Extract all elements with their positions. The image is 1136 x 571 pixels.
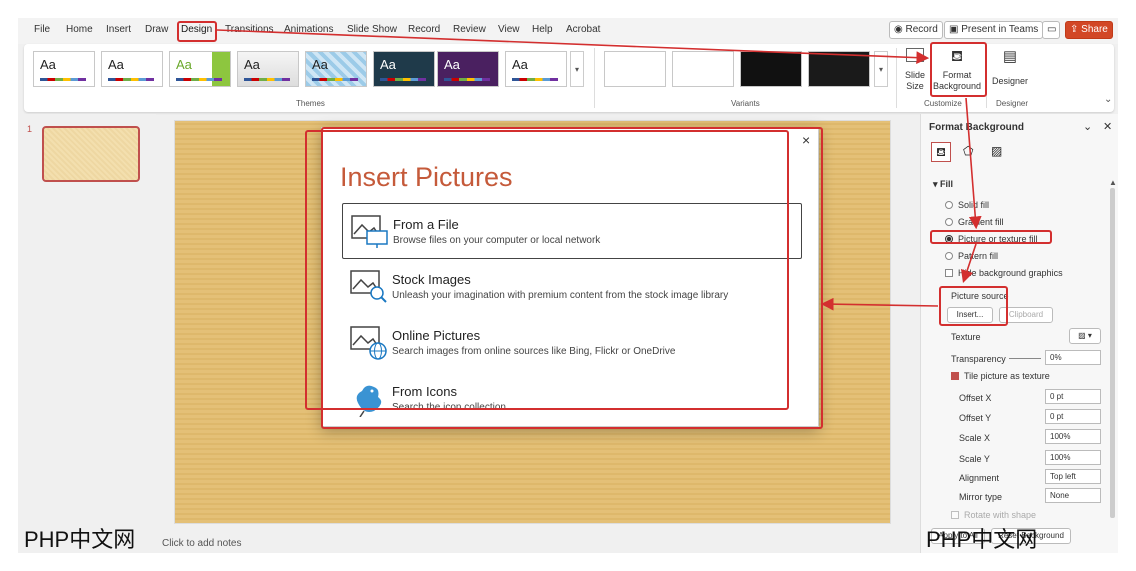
watermark-left: PHP中文网	[24, 527, 136, 552]
pane-options-chevron-icon[interactable]: ⌄	[1083, 120, 1092, 133]
scale-y-input[interactable]: 100%	[1045, 450, 1101, 465]
variants-more-button[interactable]: ▾	[874, 51, 888, 87]
scroll-up-icon[interactable]: ▲	[1109, 178, 1117, 187]
hide-background-checkbox[interactable]	[945, 269, 953, 277]
highlight-insert-button	[939, 286, 1008, 326]
tab-view[interactable]: View	[498, 24, 520, 35]
tab-acrobat[interactable]: Acrobat	[566, 24, 600, 35]
tab-animations[interactable]: Animations	[284, 24, 333, 35]
format-background-pane: Format Background ⌄ ✕ ⛾ ⬠ ▨ ▾ Fill ▲ Sol…	[920, 114, 1118, 553]
powerpoint-window: File Home Insert Draw Design Transitions…	[18, 18, 1118, 553]
theme-thumbnail-7[interactable]: Aa	[437, 51, 499, 87]
texture-swatch-icon: ▨ ▾	[1078, 331, 1092, 340]
chevron-down-icon: ▾	[574, 65, 579, 74]
teams-icon: ▣	[949, 24, 962, 35]
theme-thumbnail-1[interactable]: Aa	[33, 51, 95, 87]
texture-label: Texture	[951, 332, 981, 342]
theme-thumbnail-2[interactable]: Aa	[101, 51, 163, 87]
pattern-fill-radio[interactable]	[945, 252, 953, 260]
collapse-ribbon-icon[interactable]: ⌄	[1104, 94, 1112, 105]
texture-picker[interactable]: ▨ ▾	[1069, 328, 1101, 344]
solid-fill-radio[interactable]	[945, 201, 953, 209]
pane-scrollbar[interactable]	[1110, 188, 1115, 518]
tab-draw[interactable]: Draw	[145, 24, 168, 35]
tab-transitions[interactable]: Transitions	[225, 24, 274, 35]
highlight-design-tab	[177, 21, 217, 42]
highlight-picture-fill	[930, 230, 1052, 244]
tab-help[interactable]: Help	[532, 24, 553, 35]
transparency-input[interactable]: 0%	[1045, 350, 1101, 365]
variant-3[interactable]	[740, 51, 802, 87]
gradient-fill-radio[interactable]	[945, 218, 953, 226]
pane-close-icon[interactable]: ✕	[1103, 120, 1112, 133]
effects-tab-icon[interactable]: ⬠	[963, 144, 973, 158]
tab-slide-show[interactable]: Slide Show	[347, 24, 397, 35]
themes-more-button[interactable]: ▾	[570, 51, 584, 87]
variants-group-label: Variants	[731, 99, 760, 108]
themes-group-label: Themes	[296, 99, 325, 108]
share-button[interactable]: ⇪ Share	[1065, 21, 1113, 39]
slide-size-icon	[906, 48, 924, 62]
present-in-teams-button[interactable]: ▣ Present in Teams	[944, 21, 1044, 39]
theme-thumbnail-6[interactable]: Aa	[373, 51, 435, 87]
comment-icon: ▭	[1047, 24, 1057, 35]
notes-placeholder[interactable]: Click to add notes	[162, 538, 242, 549]
customize-group-label: Customize	[924, 99, 962, 108]
theme-thumbnail-4[interactable]: Aa	[237, 51, 299, 87]
designer-button[interactable]: ▤ Designer	[990, 48, 1030, 87]
highlight-format-background	[930, 42, 987, 97]
theme-thumbnail-3[interactable]: Aa	[169, 51, 231, 87]
alignment-select[interactable]: Top left	[1045, 469, 1101, 484]
slide-size-button[interactable]: Slide Size	[902, 48, 928, 92]
variant-2[interactable]	[672, 51, 734, 87]
highlight-dialog	[321, 127, 823, 429]
slide-number: 1	[27, 124, 33, 134]
offset-y-input[interactable]: 0 pt	[1045, 409, 1101, 424]
share-icon: ⇪	[1070, 24, 1082, 35]
tab-home[interactable]: Home	[66, 24, 93, 35]
tab-file[interactable]: File	[34, 24, 50, 35]
designer-group-label: Designer	[996, 99, 1029, 108]
transparency-slider[interactable]	[1009, 358, 1041, 359]
picture-tab-icon[interactable]: ▨	[991, 144, 1002, 158]
transparency-label: Transparency	[951, 354, 1006, 364]
theme-thumbnail-8[interactable]: Aa	[505, 51, 567, 87]
rotate-with-shape-checkbox[interactable]	[951, 511, 959, 519]
tab-insert[interactable]: Insert	[106, 24, 131, 35]
mirror-type-select[interactable]: None	[1045, 488, 1101, 503]
offset-x-input[interactable]: 0 pt	[1045, 389, 1101, 404]
chevron-down-icon: ▾	[878, 65, 883, 74]
scale-x-input[interactable]: 100%	[1045, 429, 1101, 444]
pane-title: Format Background	[929, 122, 1025, 133]
tab-review[interactable]: Review	[453, 24, 486, 35]
tab-record[interactable]: Record	[408, 24, 440, 35]
designer-icon: ▤	[1002, 48, 1018, 65]
comments-button[interactable]: ▭	[1042, 21, 1060, 39]
watermark-right: PHP中文网	[926, 527, 1038, 552]
fill-tab-icon[interactable]: ⛾	[931, 142, 951, 162]
theme-thumbnail-5[interactable]: Aa	[305, 51, 367, 87]
tile-texture-checkbox[interactable]	[951, 372, 959, 380]
record-button[interactable]: ◉ Record	[889, 21, 943, 39]
slide-thumbnail-1[interactable]	[42, 126, 140, 182]
variant-1[interactable]	[604, 51, 666, 87]
record-dot-icon: ◉	[894, 24, 906, 35]
fill-section-header[interactable]: ▾ Fill	[933, 179, 953, 190]
variant-4[interactable]	[808, 51, 870, 87]
